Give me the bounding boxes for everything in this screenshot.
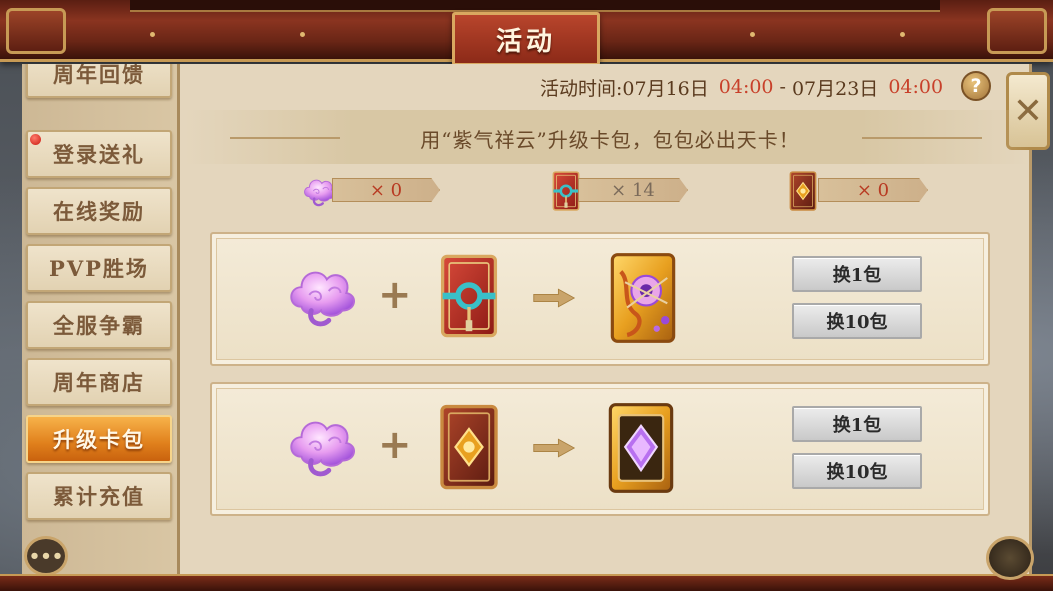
sidebar-item-upgrade-pack[interactable]: 升级卡包	[26, 415, 172, 463]
sidebar-item-anniversary-shop[interactable]: 周年商店	[26, 358, 172, 406]
event-time-label: 活动时间:	[540, 77, 623, 100]
exchange-10-button[interactable]: 换10包	[792, 453, 922, 489]
help-button[interactable]: ?	[961, 71, 991, 101]
exchange-1-button[interactable]: 换1包	[792, 406, 922, 442]
sidebar-item-login-gift[interactable]: 登录送礼	[26, 130, 172, 178]
avatar-orb-icon[interactable]	[986, 536, 1034, 580]
sidebar-item-label: PVP胜场	[49, 256, 149, 281]
plus-sign: +	[378, 272, 412, 318]
frame-rail	[130, 0, 940, 12]
sidebar-item-label: 周年商店	[53, 370, 145, 395]
frame-stud	[150, 32, 155, 37]
sidebar-item-pvp-wins[interactable]: PVP胜场	[26, 244, 172, 292]
gold-orange-card-pack-icon	[606, 250, 680, 346]
frame-corner-left	[6, 8, 66, 54]
sidebar-item-label: 累计充值	[53, 484, 145, 509]
frame-stud	[900, 32, 905, 37]
sidebar-item-label: 升级卡包	[53, 427, 145, 452]
arrow-right-icon	[532, 437, 576, 459]
sidebar-item-label: 登录送礼	[53, 142, 145, 167]
purple-cloud-icon	[282, 256, 360, 334]
arrow-right-icon	[532, 287, 576, 309]
gold-purple-gem-card-pack-icon	[604, 400, 678, 496]
exchange-10-button[interactable]: 换10包	[792, 303, 922, 339]
red-pack-count: × 14	[578, 178, 688, 202]
page-title-plate: 活动	[452, 12, 600, 66]
brown-card-pack-icon	[787, 170, 819, 212]
cloud-count: × 0	[332, 178, 440, 202]
frame-stud	[300, 32, 305, 37]
sidebar-item-server-battle[interactable]: 全服争霸	[26, 301, 172, 349]
frame-stud	[750, 32, 755, 37]
event-subtitle: 用“紫气祥云”升级卡包，包包必出天卡！	[420, 128, 800, 152]
chat-bubble-icon[interactable]: •••	[24, 536, 68, 576]
event-end-date: 07月23日	[791, 77, 879, 100]
bottom-frame	[0, 574, 1053, 591]
event-time-separator: -	[779, 76, 786, 98]
sidebar-item-label: 周年回馈	[53, 64, 145, 87]
brown-pack-count: × 0	[818, 178, 928, 202]
exchange-1-button[interactable]: 换1包	[792, 256, 922, 292]
red-card-pack-icon	[550, 170, 582, 212]
page-title: 活动	[495, 26, 556, 57]
sidebar-item-anniversary-rewards[interactable]: 周年回馈	[26, 64, 172, 98]
frame-corner-right	[987, 8, 1047, 54]
event-time: 活动时间: 07月16日 04:00 - 07月23日 04:00	[540, 74, 943, 100]
sidebar-item-label: 在线奖励	[53, 199, 145, 224]
sidebar-item-cumulative-recharge[interactable]: 累计充值	[26, 472, 172, 520]
red-card-pack-icon	[436, 252, 502, 340]
event-start-date: 07月16日	[622, 77, 709, 100]
plus-sign: +	[378, 422, 412, 468]
sidebar-item-label: 全服争霸	[53, 313, 145, 338]
event-start-time: 04:00	[718, 76, 774, 98]
purple-cloud-icon	[282, 406, 360, 484]
brown-card-pack-icon	[434, 402, 504, 492]
event-end-time: 04:00	[888, 76, 944, 98]
sidebar-item-online-rewards[interactable]: 在线奖励	[26, 187, 172, 235]
sidebar: 周年回馈 登录送礼 在线奖励 PVP胜场 全服争霸 周年商店 升级卡包 累计充值	[22, 64, 180, 576]
notification-dot-icon	[30, 134, 41, 145]
